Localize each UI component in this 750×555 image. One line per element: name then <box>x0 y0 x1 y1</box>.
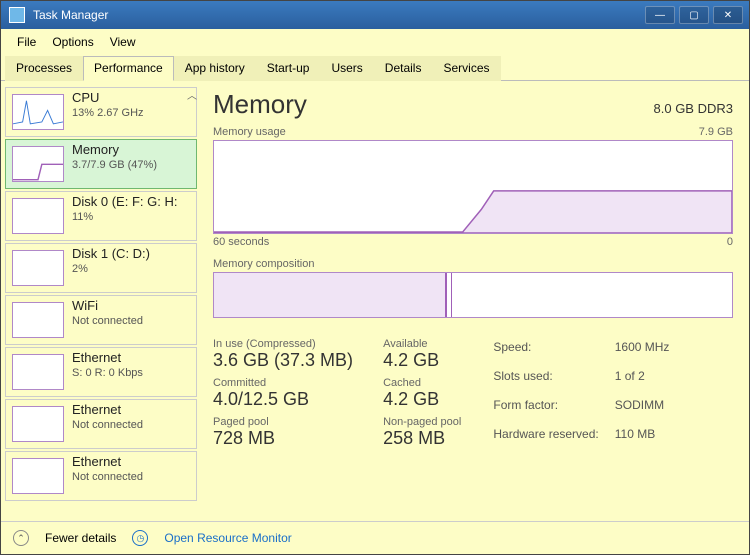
axis-right: 0 <box>727 236 733 248</box>
sidebar-item-cpu[interactable]: CPU 13% 2.67 GHz <box>5 87 197 137</box>
comp-modified <box>447 273 452 317</box>
committed-value: 4.0/12.5 GB <box>213 389 353 410</box>
sidebar: ︿ CPU 13% 2.67 GHz Memory 3.7/7.9 GB (47… <box>1 81 201 521</box>
inuse-value: 3.6 GB (37.3 MB) <box>213 350 353 371</box>
sidebar-wifi-label: WiFi <box>72 298 143 313</box>
slots-label: Slots used: <box>493 363 612 390</box>
tab-performance[interactable]: Performance <box>83 56 174 81</box>
sidebar-item-ethernet-1[interactable]: Ethernet Not connected <box>5 399 197 449</box>
menu-file[interactable]: File <box>11 33 42 51</box>
footer: ⌃ Fewer details ◷ Open Resource Monitor <box>1 521 749 554</box>
available-value: 4.2 GB <box>383 350 461 371</box>
reserved-value: 110 MB <box>615 420 684 447</box>
form-label: Form factor: <box>493 392 612 419</box>
fewer-details-link[interactable]: Fewer details <box>45 531 116 545</box>
hardware-table: Speed:1600 MHz Slots used:1 of 2 Form fa… <box>491 332 685 449</box>
maximize-button[interactable]: ▢ <box>679 6 709 24</box>
speed-label: Speed: <box>493 334 612 361</box>
scroll-up-icon[interactable]: ︿ <box>187 87 197 102</box>
sidebar-eth2-stat: Not connected <box>72 471 143 483</box>
cpu-thumb <box>12 94 64 130</box>
slots-value: 1 of 2 <box>615 363 684 390</box>
wifi-thumb <box>12 302 64 338</box>
sidebar-eth1-stat: Not connected <box>72 419 143 431</box>
comp-in-use <box>214 273 447 317</box>
sidebar-item-memory[interactable]: Memory 3.7/7.9 GB (47%) <box>5 139 197 189</box>
committed-label: Committed <box>213 377 353 389</box>
window-title: Task Manager <box>33 8 645 22</box>
minimize-button[interactable]: — <box>645 6 675 24</box>
sidebar-item-ethernet-2[interactable]: Ethernet Not connected <box>5 451 197 501</box>
speed-value: 1600 MHz <box>615 334 684 361</box>
cached-label: Cached <box>383 377 461 389</box>
paged-label: Paged pool <box>213 416 353 428</box>
main-panel: Memory 8.0 GB DDR3 Memory usage 7.9 GB 6… <box>201 81 749 521</box>
disk0-thumb <box>12 198 64 234</box>
resmon-icon[interactable]: ◷ <box>132 530 148 546</box>
app-icon <box>9 7 25 23</box>
sidebar-item-wifi[interactable]: WiFi Not connected <box>5 295 197 345</box>
sidebar-disk1-label: Disk 1 (C: D:) <box>72 246 150 261</box>
sidebar-item-disk0[interactable]: Disk 0 (E: F: G: H: 11% <box>5 191 197 241</box>
nonpaged-label: Non-paged pool <box>383 416 461 428</box>
cached-value: 4.2 GB <box>383 389 461 410</box>
axis-left: 60 seconds <box>213 236 269 248</box>
chevron-up-icon[interactable]: ⌃ <box>13 530 29 546</box>
sidebar-cpu-label: CPU <box>72 90 144 105</box>
memory-usage-chart <box>213 140 733 234</box>
sidebar-wifi-stat: Not connected <box>72 315 143 327</box>
menubar: File Options View <box>1 29 749 55</box>
disk1-thumb <box>12 250 64 286</box>
sidebar-eth1-label: Ethernet <box>72 402 143 417</box>
sidebar-disk0-label: Disk 0 (E: F: G: H: <box>72 194 177 209</box>
inuse-label: In use (Compressed) <box>213 338 353 350</box>
form-value: SODIMM <box>615 392 684 419</box>
usage-label: Memory usage <box>213 126 286 138</box>
sidebar-item-ethernet-0[interactable]: Ethernet S: 0 R: 0 Kbps <box>5 347 197 397</box>
sidebar-eth2-label: Ethernet <box>72 454 143 469</box>
sidebar-cpu-stat: 13% 2.67 GHz <box>72 107 144 119</box>
memory-capacity: 8.0 GB DDR3 <box>654 101 733 116</box>
sidebar-disk1-stat: 2% <box>72 263 150 275</box>
menu-view[interactable]: View <box>104 33 142 51</box>
close-button[interactable]: ✕ <box>713 6 743 24</box>
open-resource-monitor-link[interactable]: Open Resource Monitor <box>164 531 291 545</box>
reserved-label: Hardware reserved: <box>493 420 612 447</box>
tab-services[interactable]: Services <box>432 56 500 81</box>
sidebar-eth0-label: Ethernet <box>72 350 143 365</box>
tab-processes[interactable]: Processes <box>5 56 83 81</box>
available-label: Available <box>383 338 461 350</box>
tab-users[interactable]: Users <box>320 56 373 81</box>
tab-strip: Processes Performance App history Start-… <box>1 55 749 81</box>
menu-options[interactable]: Options <box>46 33 99 51</box>
nonpaged-value: 258 MB <box>383 428 461 449</box>
page-title: Memory <box>213 89 307 120</box>
sidebar-disk0-stat: 11% <box>72 211 177 223</box>
memory-thumb <box>12 146 64 182</box>
sidebar-memory-stat: 3.7/7.9 GB (47%) <box>72 159 157 171</box>
tab-startup[interactable]: Start-up <box>256 56 321 81</box>
tab-details[interactable]: Details <box>374 56 433 81</box>
comp-label: Memory composition <box>213 258 314 270</box>
sidebar-item-disk1[interactable]: Disk 1 (C: D:) 2% <box>5 243 197 293</box>
memory-composition-chart <box>213 272 733 318</box>
eth1-thumb <box>12 406 64 442</box>
tab-app-history[interactable]: App history <box>174 56 256 81</box>
sidebar-memory-label: Memory <box>72 142 157 157</box>
titlebar: Task Manager — ▢ ✕ <box>1 1 749 29</box>
usage-max: 7.9 GB <box>699 126 733 138</box>
sidebar-eth0-stat: S: 0 R: 0 Kbps <box>72 367 143 379</box>
eth0-thumb <box>12 354 64 390</box>
eth2-thumb <box>12 458 64 494</box>
paged-value: 728 MB <box>213 428 353 449</box>
